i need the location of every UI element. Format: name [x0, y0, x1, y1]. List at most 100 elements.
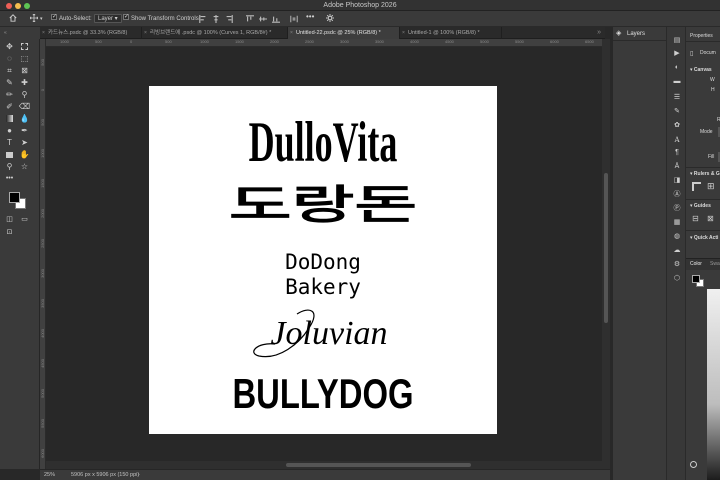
document-canvas[interactable]: DulloVita 도랑돈 DoDong Bakery Joluvian BUL…	[149, 86, 497, 434]
close-tab-icon[interactable]: ×	[144, 27, 147, 39]
type-tool-icon[interactable]: T	[4, 137, 15, 148]
close-tab-icon[interactable]: ×	[42, 27, 45, 39]
lasso-tool-icon[interactable]: ◌	[4, 53, 15, 64]
hand-tool-icon[interactable]: ✋	[19, 149, 30, 160]
adjustments-icon[interactable]: ◐	[673, 64, 681, 72]
actions-play-icon[interactable]: ▶	[673, 50, 681, 58]
settings-gear-icon[interactable]	[326, 14, 334, 22]
character-icon[interactable]: A	[673, 136, 681, 144]
tab-untitled-22[interactable]: × Untitled-22.psdc @ 25% (RGB/8) *	[288, 27, 400, 39]
gradient-tool-icon[interactable]	[4, 113, 15, 124]
brushes-icon[interactable]: ✎	[673, 108, 681, 116]
zoom-tool-icon[interactable]: ⚲	[4, 161, 15, 172]
distribute-icon[interactable]	[290, 15, 298, 23]
ruler-tick-label: 500	[40, 119, 45, 126]
star-tool-icon[interactable]: ☆	[19, 161, 30, 172]
grid-toggle-icon[interactable]: ⊞	[707, 182, 715, 191]
paragraph-styles-icon[interactable]: Ⓟ	[673, 205, 681, 213]
rectangle-tool-icon[interactable]	[4, 149, 15, 160]
document-size[interactable]: 5906 px x 5906 px (150 ppi)	[71, 470, 139, 480]
canvas-section-header[interactable]: ▾ Canvas	[690, 67, 712, 73]
close-tab-icon[interactable]: ×	[402, 27, 405, 39]
dodge-tool-icon[interactable]: ●	[4, 125, 15, 136]
vertical-scrollbar[interactable]	[602, 39, 610, 469]
screen-mode-icon[interactable]: ▭	[19, 213, 30, 224]
history-icon[interactable]: ▤	[673, 37, 681, 45]
rulers-section-header[interactable]: ▾ Rulers & G	[690, 171, 720, 177]
quick-actions-section-header[interactable]: ▾ Quick Acti	[690, 235, 718, 241]
guides-section-header[interactable]: ▾ Guides	[690, 203, 711, 209]
clone-source-icon[interactable]: ✿	[673, 122, 681, 130]
collapse-arrows-icon[interactable]: «	[4, 30, 7, 36]
guides-layout-icon[interactable]: ⊠	[707, 214, 714, 223]
color-panel: Color Swa	[686, 258, 720, 480]
crop-tool-icon[interactable]: ⌗	[4, 65, 15, 76]
auto-select-checkbox[interactable]: Auto-Select:	[51, 12, 92, 24]
rulers-toggle-icon[interactable]	[692, 182, 701, 191]
zoom-level[interactable]: 25%	[44, 470, 55, 480]
home-icon[interactable]	[9, 14, 17, 22]
object-select-tool-icon[interactable]: ⬚	[19, 53, 30, 64]
frame-tool-icon[interactable]: ⊠	[19, 65, 30, 76]
paragraph-icon[interactable]: ¶	[673, 149, 681, 157]
align-top-icon[interactable]	[246, 15, 254, 23]
color-picker-gradient[interactable]	[707, 289, 720, 480]
spot-healing-tool-icon[interactable]: ✚	[19, 77, 30, 88]
quick-mask-icon[interactable]: ◫	[4, 213, 15, 224]
tool-preset-chevron-icon[interactable]: ▾	[40, 14, 43, 24]
blur-tool-icon[interactable]: 💧	[19, 113, 30, 124]
layers-panel-header[interactable]: ◈ Layers	[613, 27, 666, 41]
tab-untitled-1[interactable]: × Untitled-1 @ 100% (RGB/8) *	[400, 27, 502, 39]
marquee-tool-icon[interactable]	[19, 41, 30, 52]
options-bar: ▾ Auto-Select: Layer ▾ Show Transform Co…	[0, 11, 720, 27]
brush-settings-icon[interactable]: ☰	[673, 94, 681, 102]
show-transform-checkbox[interactable]: Show Transform Controls	[123, 12, 199, 24]
comments-icon[interactable]: ▬	[673, 78, 681, 86]
align-center-h-icon[interactable]	[212, 15, 220, 23]
brush-tool-icon[interactable]: ✏	[4, 89, 15, 100]
libraries-icon[interactable]: ☁	[673, 247, 681, 255]
color-foreground-swatch[interactable]	[692, 275, 700, 283]
horizontal-scroll-thumb[interactable]	[286, 463, 471, 467]
rulers-section-label: Rulers & G	[693, 171, 720, 177]
glyphs-icon[interactable]: Ä	[673, 163, 681, 171]
pen-tool-icon[interactable]: ✒	[19, 125, 30, 136]
tab-living-brand[interactable]: × 리빙브랜드에 .psdc @ 100% (Curves 1, RGB/8#) …	[142, 27, 288, 39]
tab-color[interactable]: Color	[690, 261, 702, 267]
more-options-icon[interactable]: •••	[306, 12, 314, 22]
properties-panel-title[interactable]: Properties	[690, 33, 713, 39]
tab-card-news[interactable]: × 카드뉴스.psdc @ 33.3% (RGB/8)	[40, 27, 142, 39]
align-right-icon[interactable]	[225, 15, 233, 23]
edit-toolbar-icon[interactable]: •••	[4, 173, 15, 184]
align-middle-v-icon[interactable]	[259, 15, 267, 23]
close-tab-icon[interactable]: ×	[290, 27, 293, 39]
path-select-tool-icon[interactable]: ➤	[19, 137, 30, 148]
status-arrow-icon[interactable]: ›	[138, 470, 140, 480]
horizontal-scrollbar[interactable]	[46, 461, 602, 469]
eyedropper-tool-icon[interactable]: ✎	[4, 77, 15, 88]
tab-overflow-icon[interactable]: »	[597, 27, 601, 38]
history-brush-tool-icon[interactable]: ✐	[4, 101, 15, 112]
extra-tool-icon[interactable]: ⊡	[4, 226, 15, 237]
eraser-tool-icon[interactable]: ⌫	[19, 101, 30, 112]
foreground-color-swatch[interactable]	[9, 192, 20, 203]
move-tool-icon[interactable]: ✥	[4, 41, 15, 52]
move-tool-icon[interactable]	[30, 14, 38, 22]
auto-select-target-select[interactable]: Layer ▾	[94, 14, 122, 24]
character-styles-icon[interactable]: Ⓐ	[673, 191, 681, 199]
color-wheel-icon[interactable]	[690, 461, 697, 468]
align-left-icon[interactable]	[199, 15, 207, 23]
styles-icon[interactable]: ◨	[673, 177, 681, 185]
width-label: W	[710, 77, 715, 83]
3d-icon[interactable]: ⬡	[673, 275, 681, 283]
align-bottom-icon[interactable]	[272, 15, 280, 23]
guides-add-icon[interactable]: ⊟	[692, 214, 699, 223]
swatches-icon[interactable]: ▦	[673, 219, 681, 227]
document-icon: ▯	[690, 51, 694, 57]
ruler-tick-label: 1500	[235, 39, 244, 44]
timeline-icon[interactable]: ⚙	[673, 261, 681, 269]
clone-stamp-tool-icon[interactable]: ⚲	[19, 89, 30, 100]
patterns-icon[interactable]: ◍	[673, 233, 681, 241]
vertical-scroll-thumb[interactable]	[604, 173, 608, 323]
tab-swatches[interactable]: Swa	[710, 261, 720, 267]
